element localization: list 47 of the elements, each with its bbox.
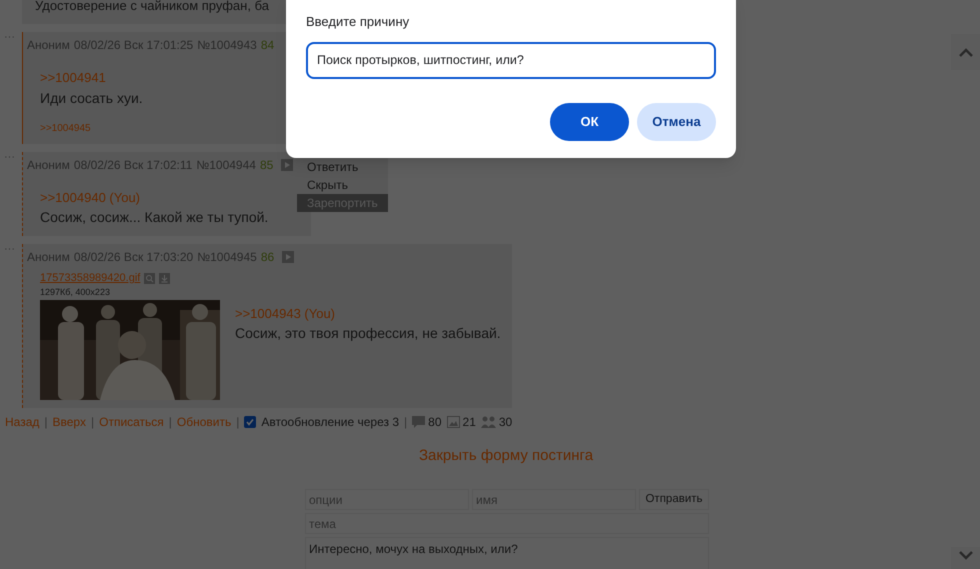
download-icon[interactable]	[159, 272, 170, 284]
reason-field[interactable]: Поиск протырков, шитпостинг, или?	[306, 42, 716, 78]
toggle-form-link[interactable]: Закрыть форму постинга	[418, 444, 594, 467]
nav-link[interactable]: Отписаться	[99, 412, 164, 430]
reply-link[interactable]: >>1004943 (You)	[235, 304, 501, 323]
separator: |	[236, 414, 240, 430]
file-name[interactable]: 17573358989420.gif	[40, 270, 140, 286]
nav-link[interactable]: Вверх	[52, 412, 86, 430]
reply-link[interactable]: >>1004941	[40, 68, 282, 88]
nav-link[interactable]: Назад	[5, 412, 40, 430]
cancel-button[interactable]: Отмена	[637, 102, 716, 140]
post-text: Удостоверение с чайником пруфан, ба	[35, 0, 269, 13]
chevron-up-icon	[958, 48, 972, 56]
post-text: Сосиж, это твоя профессия, не забывай.	[235, 324, 501, 343]
stat-count: 80	[428, 414, 442, 430]
post-menu-dots[interactable]: ···	[4, 32, 15, 42]
speech-bubble-icon	[412, 416, 426, 428]
chevron-down-icon	[958, 551, 972, 560]
separator: |	[90, 414, 94, 430]
separator: |	[168, 414, 172, 430]
nav-link[interactable]: Обновить	[176, 412, 232, 430]
post-menu-dots[interactable]: ···	[4, 244, 15, 254]
post-counter: 85	[260, 156, 274, 174]
post-text: Сосиж, сосиж... Какой же ты тупой.	[40, 208, 270, 227]
submit-button[interactable]: Отправить	[639, 489, 709, 510]
post-counter: 84	[260, 37, 274, 54]
separator: |	[44, 414, 48, 430]
ok-button[interactable]: ОК	[550, 102, 629, 140]
play-icon[interactable]	[281, 158, 294, 170]
play-icon[interactable]	[282, 251, 294, 263]
stat-count: 21	[462, 414, 476, 430]
post-counter: 86	[260, 249, 274, 266]
reply-backlink[interactable]: >>1004945	[40, 120, 91, 136]
menu-item[interactable]: Ответить	[297, 158, 388, 176]
dialog-label: Введите причину	[306, 13, 410, 31]
post-menu-dots[interactable]: ···	[4, 152, 15, 162]
search-icon[interactable]	[144, 272, 156, 284]
image-icon	[446, 416, 460, 428]
menu-item[interactable]: Скрыть	[297, 176, 388, 194]
autoupdate-label: Автообновление через 3	[261, 414, 400, 430]
comment-field[interactable]: Интересно, мочух на выходных, или?	[305, 537, 709, 569]
people-icon	[480, 416, 496, 428]
stat-count: 30	[498, 414, 512, 430]
post-text: Иди сосать хуи.	[40, 88, 144, 108]
file-meta: 1297Кб, 400x223	[40, 286, 111, 298]
autoupdate-checkbox[interactable]	[244, 416, 256, 428]
separator: |	[404, 414, 408, 430]
